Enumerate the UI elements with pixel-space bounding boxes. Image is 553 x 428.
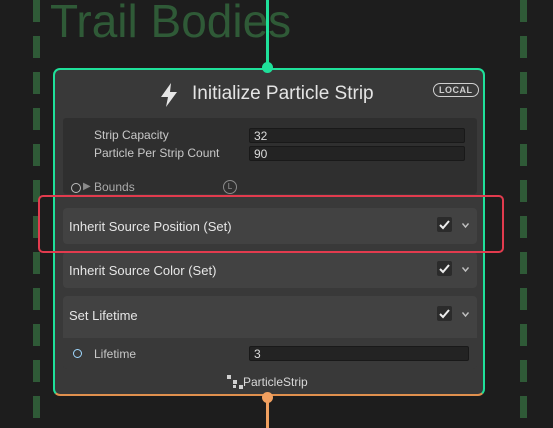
particle-per-strip-count-label: Particle Per Strip Count [94, 146, 220, 160]
lifetime-input[interactable]: 3 [249, 346, 469, 361]
strip-capacity-input[interactable]: 32 [249, 128, 465, 143]
input-flow-wire[interactable] [266, 0, 269, 68]
particle-strip-icon [227, 375, 243, 389]
block-inherit-source-color[interactable]: Inherit Source Color (Set) [63, 252, 477, 288]
bounds-space-toggle[interactable]: L [223, 180, 237, 194]
flow-input-port[interactable] [262, 62, 273, 73]
bounds-label: Bounds [94, 180, 135, 194]
block-set-lifetime[interactable]: Set Lifetime [63, 296, 477, 338]
lifetime-input-port[interactable] [73, 349, 82, 358]
block-enable-checkbox[interactable] [437, 306, 452, 321]
checkmark-icon [439, 309, 450, 319]
node-title: Initialize Particle Strip [192, 83, 374, 104]
highlight-annotation [38, 195, 504, 253]
particle-per-strip-count-input[interactable]: 90 [249, 146, 465, 161]
bounds-input-port[interactable] [71, 183, 81, 193]
node-header[interactable]: Initialize Particle Strip LOCAL [55, 70, 483, 118]
block-title: Set Lifetime [69, 308, 138, 323]
local-space-badge[interactable]: LOCAL [433, 83, 479, 97]
group-title[interactable]: Trail Bodies [50, 0, 291, 48]
group-border-right [520, 0, 527, 422]
strip-capacity-label: Strip Capacity [94, 128, 169, 142]
chevron-down-icon[interactable] [462, 266, 469, 273]
output-type-label: ParticleStrip [243, 375, 308, 389]
lightning-icon [161, 83, 177, 107]
block-enable-checkbox[interactable] [437, 261, 452, 276]
bounds-expand-arrow-icon[interactable]: ▶ [83, 181, 91, 192]
checkmark-icon [439, 264, 450, 274]
lifetime-label: Lifetime [94, 347, 137, 361]
chevron-down-icon[interactable] [462, 311, 469, 318]
flow-output-port[interactable] [262, 392, 273, 403]
block-title: Inherit Source Color (Set) [69, 263, 217, 278]
lifetime-property-row: Lifetime 3 [63, 338, 477, 369]
